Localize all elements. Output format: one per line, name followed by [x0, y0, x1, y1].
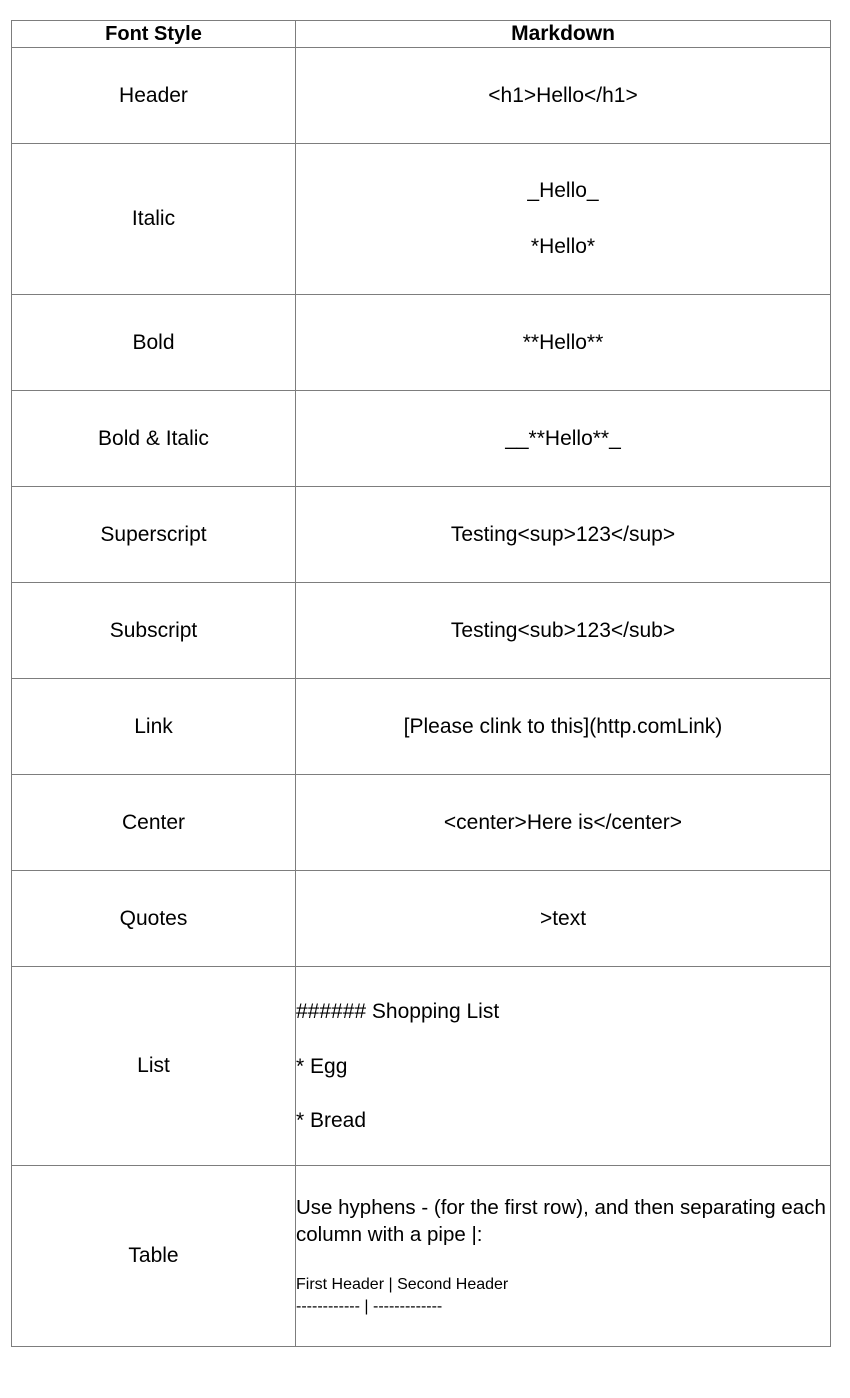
- list-item-bread: * Bread: [296, 1108, 367, 1132]
- table-row: Center <center>Here is</center>: [11, 774, 831, 872]
- row-label-superscript: Superscript: [11, 486, 296, 584]
- row-label-italic: Italic: [11, 143, 296, 296]
- row-label-list: List: [11, 966, 296, 1167]
- row-value-bold: **Hello**: [295, 294, 831, 392]
- list-item-egg: * Egg: [296, 1054, 348, 1078]
- row-value-subscript: Testing<sub>123</sub>: [295, 582, 831, 680]
- table-row: List ###### Shopping List * Egg * Bread: [11, 966, 831, 1167]
- italic-underscore-syntax: _Hello_: [527, 179, 599, 202]
- row-value-center: <center>Here is</center>: [295, 774, 831, 872]
- table-row: Table Use hyphens - (for the first row),…: [11, 1165, 831, 1348]
- row-value-table: Use hyphens - (for the first row), and t…: [295, 1165, 831, 1348]
- table-instructions-text: Use hyphens - (for the first row), and t…: [296, 1196, 826, 1246]
- row-value-quotes: >text: [295, 870, 831, 968]
- table-example-separator-row: ------------ | -------------: [296, 1297, 443, 1315]
- row-label-table: Table: [11, 1165, 296, 1348]
- table-row: Header <h1>Hello</h1>: [11, 47, 831, 145]
- markdown-reference-table: Font Style Markdown Header <h1>Hello</h1…: [11, 19, 831, 1348]
- row-label-quotes: Quotes: [11, 870, 296, 968]
- row-value-link: [Please clink to this](http.comLink): [295, 678, 831, 776]
- list-heading-syntax: ###### Shopping List: [296, 1000, 500, 1024]
- row-label-subscript: Subscript: [11, 582, 296, 680]
- row-value-list: ###### Shopping List * Egg * Bread: [295, 966, 831, 1167]
- row-value-italic: _Hello_ *Hello*: [295, 143, 831, 296]
- column-header-markdown: Markdown: [295, 19, 831, 49]
- document-page: Font Style Markdown Header <h1>Hello</h1…: [0, 0, 850, 1398]
- table-row: Superscript Testing<sup>123</sup>: [11, 486, 831, 584]
- row-value-bold-italic: __**Hello**_: [295, 390, 831, 488]
- table-example-header-row: First Header | Second Header: [296, 1276, 509, 1294]
- row-label-bold: Bold: [11, 294, 296, 392]
- table-row: Bold **Hello**: [11, 294, 831, 392]
- row-value-superscript: Testing<sup>123</sup>: [295, 486, 831, 584]
- table-row: Bold & Italic __**Hello**_: [11, 390, 831, 488]
- row-label-center: Center: [11, 774, 296, 872]
- column-header-font-style: Font Style: [11, 19, 296, 49]
- table-row: Link [Please clink to this](http.comLink…: [11, 678, 831, 776]
- row-label-bold-italic: Bold & Italic: [11, 390, 296, 488]
- table-row: Quotes >text: [11, 870, 831, 968]
- row-label-header: Header: [11, 47, 296, 145]
- row-value-header: <h1>Hello</h1>: [295, 47, 831, 145]
- row-label-link: Link: [11, 678, 296, 776]
- table-row: Italic _Hello_ *Hello*: [11, 143, 831, 296]
- table-row: Subscript Testing<sub>123</sub>: [11, 582, 831, 680]
- table-header-row: Font Style Markdown: [11, 19, 831, 49]
- italic-asterisk-syntax: *Hello*: [530, 235, 596, 259]
